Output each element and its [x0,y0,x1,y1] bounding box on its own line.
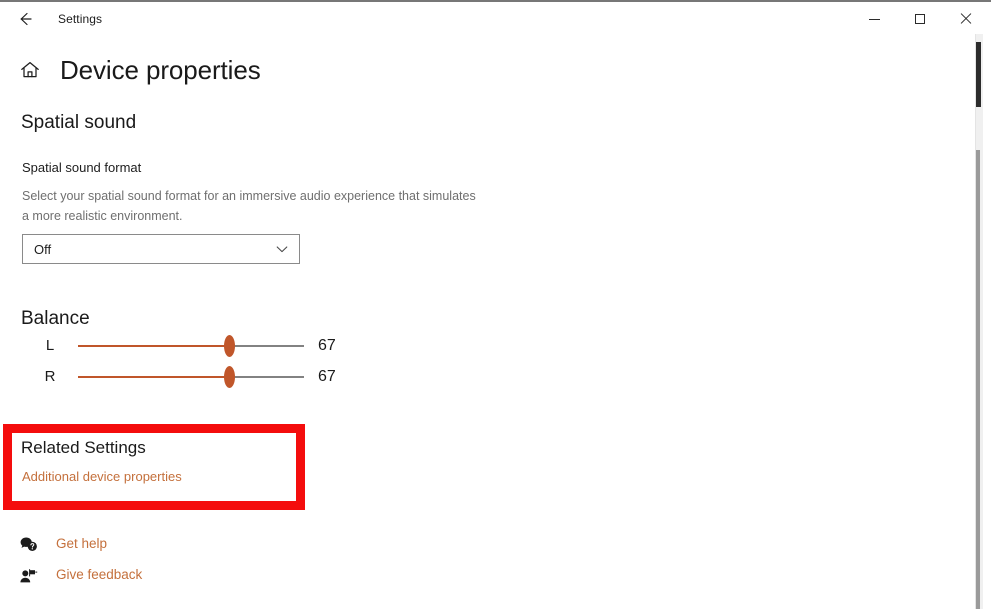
feedback-person-icon [18,565,38,585]
slider-remaining-track [229,345,304,347]
spatial-sound-format-label: Spatial sound format [22,160,142,175]
close-icon [960,13,972,25]
minimize-icon [868,18,880,20]
spatial-sound-section-title: Spatial sound [21,112,137,133]
related-settings-title: Related Settings [21,438,146,457]
balance-slider-row-left: L 67 [0,333,360,359]
back-button[interactable] [8,4,42,34]
slider-remaining-track [229,376,304,378]
chevron-down-icon [275,235,289,263]
slider-fill [78,345,230,347]
minimize-button[interactable] [851,4,897,34]
page-header: Device properties [19,53,261,87]
slider-thumb[interactable] [224,366,236,388]
spatial-sound-format-description: Select your spatial sound format for an … [22,189,476,223]
balance-channel-label-right: R [44,368,56,385]
additional-device-properties-link[interactable]: Additional device properties [22,468,182,486]
balance-value-left: 67 [318,337,336,354]
balance-slider-left[interactable] [78,333,304,359]
back-arrow-icon [16,10,34,28]
balance-section-title: Balance [21,308,90,329]
get-help-link[interactable]: Get help [18,534,107,554]
slider-thumb[interactable] [224,335,236,357]
balance-channel-label-left: L [45,337,55,354]
get-help-label: Get help [56,536,108,551]
spatial-sound-format-dropdown[interactable]: Off [22,234,300,264]
page-title: Device properties [60,55,261,85]
balance-slider-row-right: R 67 [0,364,360,390]
balance-slider-right[interactable] [78,364,304,390]
balance-value-right: 67 [318,368,336,385]
help-bubble-icon [18,534,38,554]
slider-fill [78,376,230,378]
close-button[interactable] [943,4,989,34]
scrollbar-lower-line [976,150,980,609]
maximize-button[interactable] [897,4,943,34]
title-bar: Settings [0,2,991,34]
app-title: Settings [58,12,103,26]
give-feedback-link[interactable]: Give feedback [18,565,142,585]
maximize-icon [915,14,925,24]
scrollbar-thumb[interactable] [976,42,981,107]
give-feedback-label: Give feedback [56,567,143,582]
home-icon[interactable] [19,59,41,81]
settings-page: Device properties Spatial sound Spatial … [0,34,975,609]
spatial-sound-format-value: Off [34,241,52,257]
